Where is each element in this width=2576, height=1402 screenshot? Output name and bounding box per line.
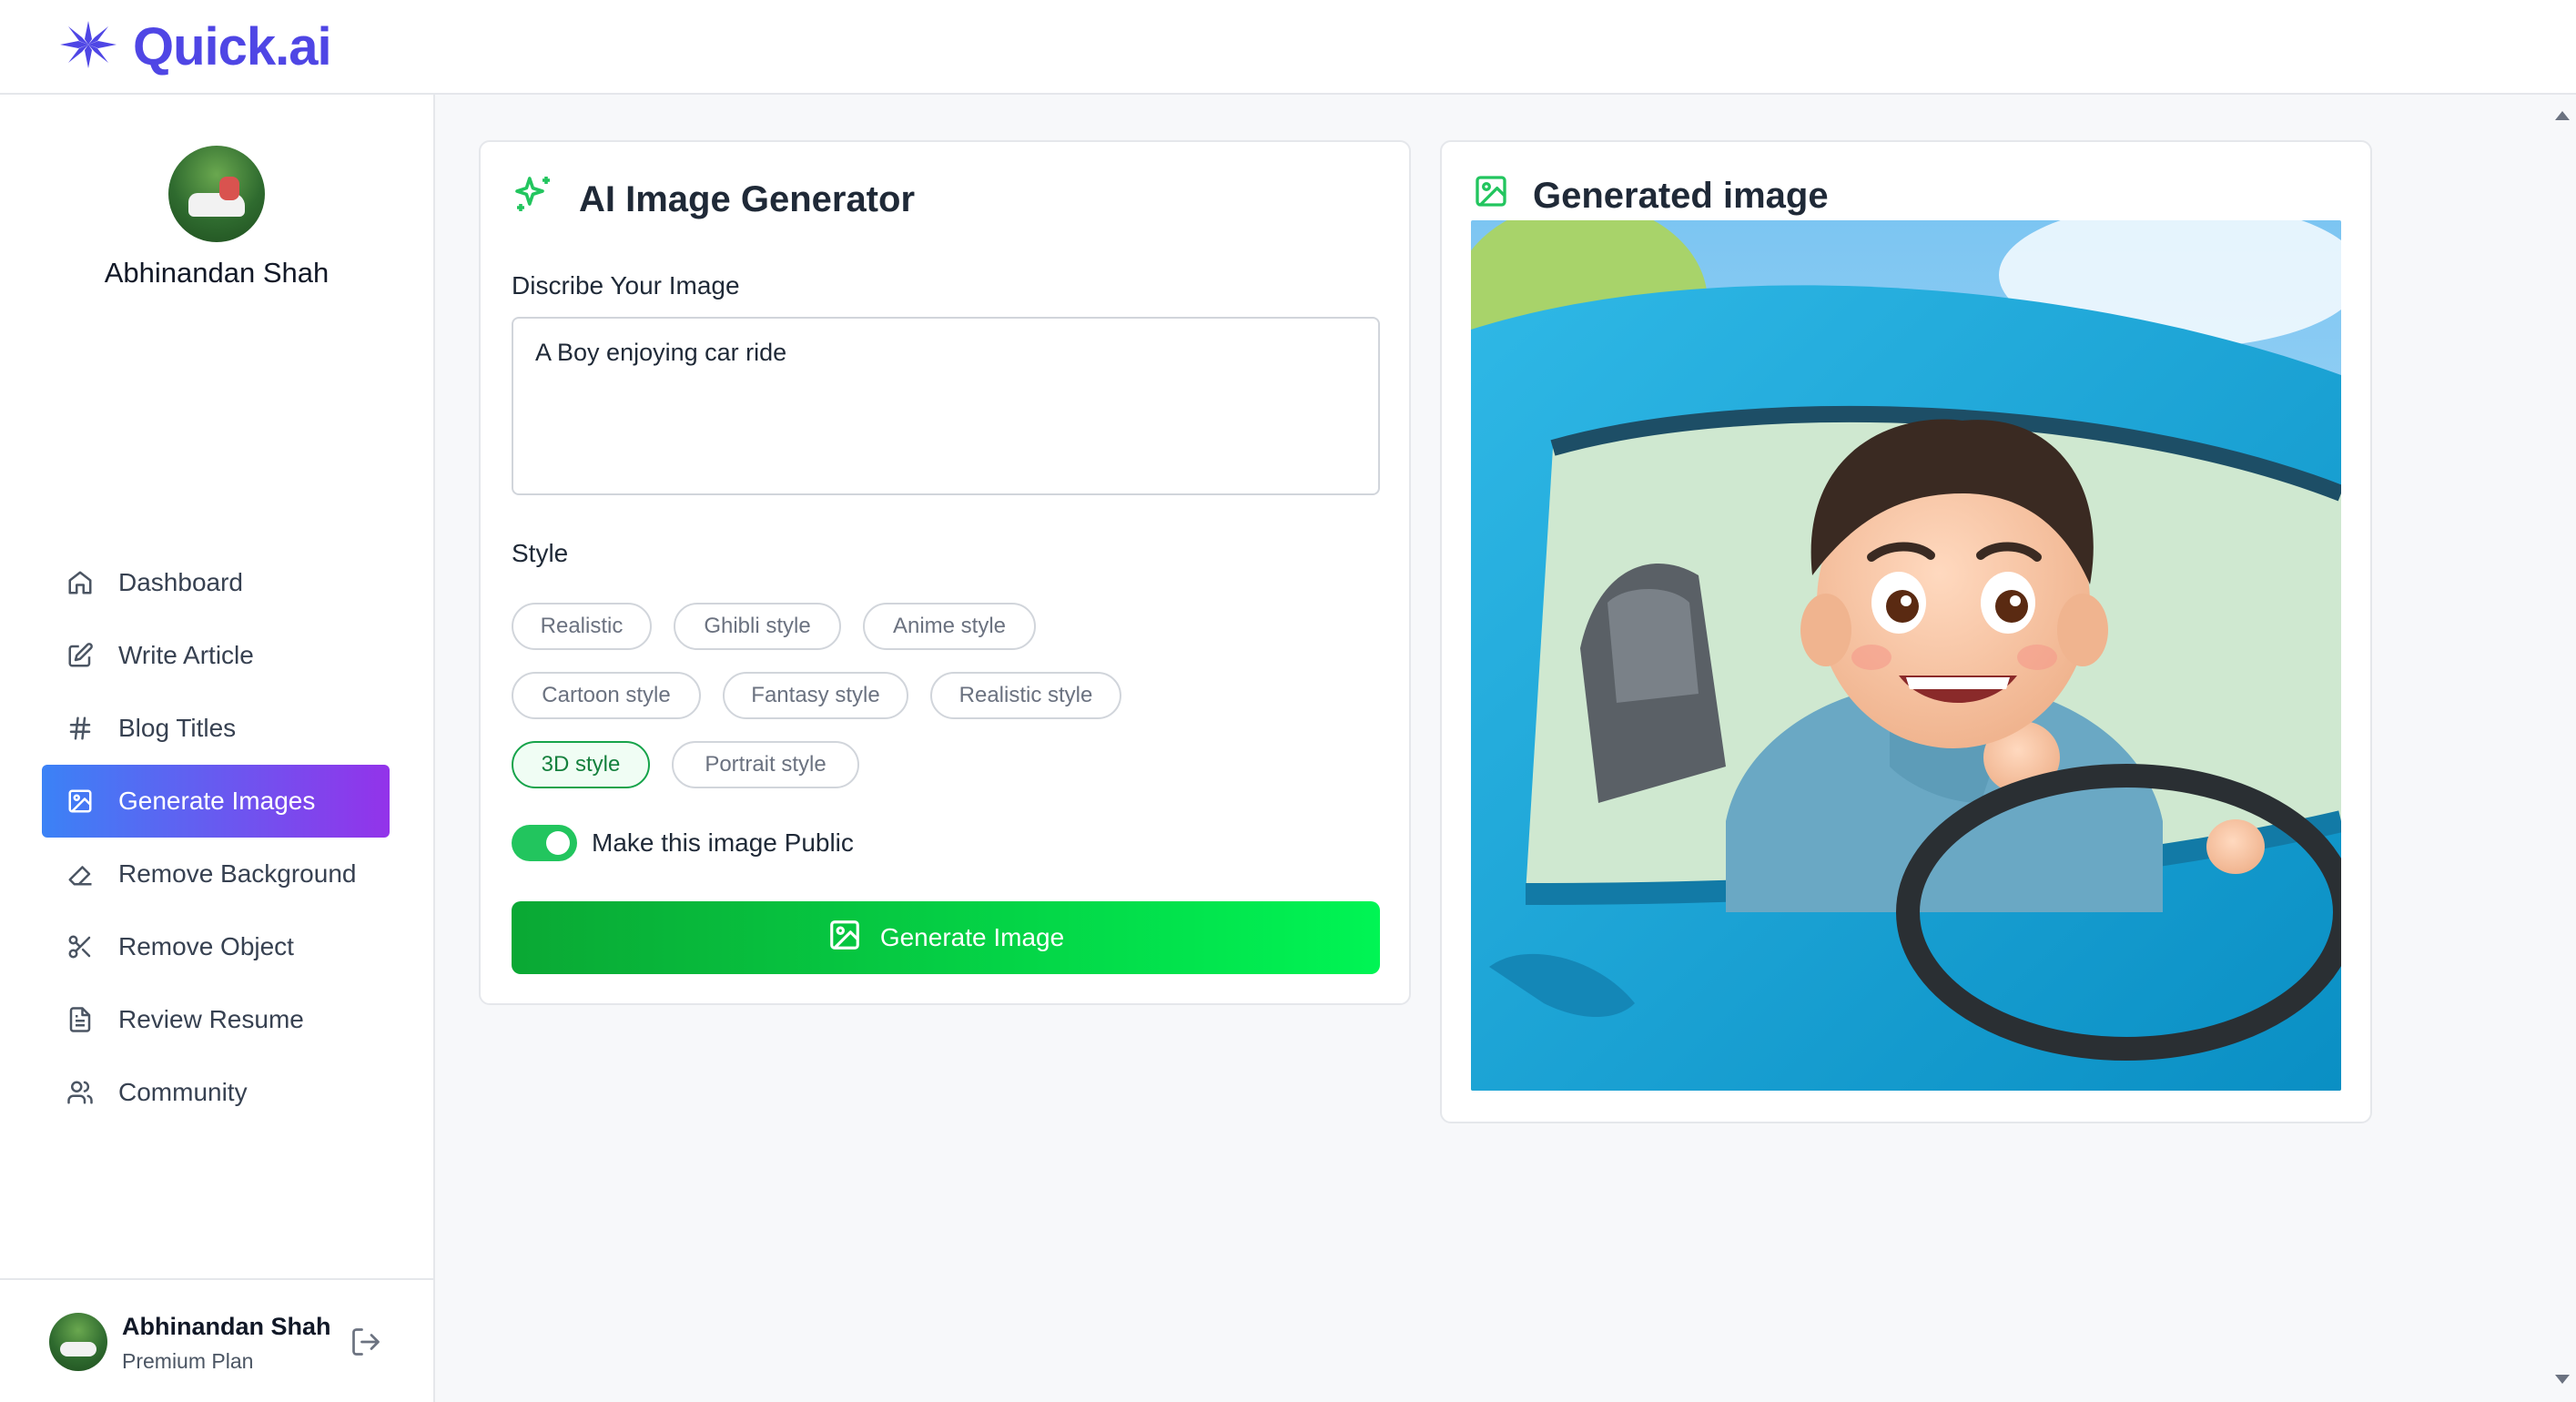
sparkle-logo-icon bbox=[55, 17, 122, 76]
scissors-icon bbox=[66, 932, 95, 961]
style-chip-cartoon[interactable]: Cartoon style bbox=[512, 672, 701, 719]
sidebar-footer: Abhinandan Shah Premium Plan bbox=[0, 1278, 433, 1402]
avatar[interactable] bbox=[49, 1313, 107, 1371]
sidebar-item-remove-background[interactable]: Remove Background bbox=[42, 838, 390, 910]
sidebar-item-label: Review Resume bbox=[118, 1005, 304, 1033]
result-title: Generated image bbox=[1473, 173, 1829, 218]
eraser-icon bbox=[66, 859, 95, 889]
scroll-down-arrow-icon[interactable] bbox=[2554, 1373, 2571, 1389]
sidebar-item-label: Write Article bbox=[118, 641, 254, 669]
scroll-up-arrow-icon[interactable] bbox=[2554, 109, 2571, 126]
style-chip-3d[interactable]: 3D style bbox=[512, 741, 650, 788]
home-icon bbox=[66, 568, 95, 597]
sidebar-item-dashboard[interactable]: Dashboard bbox=[42, 546, 390, 619]
hash-icon bbox=[66, 714, 95, 743]
sidebar-item-label: Blog Titles bbox=[118, 714, 237, 742]
generated-image-card: Generated image bbox=[1440, 140, 2372, 1123]
sidebar-item-label: Remove Background bbox=[118, 859, 357, 888]
footer-user-name: Abhinandan Shah bbox=[122, 1313, 331, 1340]
logout-icon[interactable] bbox=[350, 1326, 382, 1358]
sidebar-item-remove-object[interactable]: Remove Object bbox=[42, 910, 390, 983]
sidebar-item-write-article[interactable]: Write Article bbox=[42, 619, 390, 692]
generate-button-label: Generate Image bbox=[879, 923, 1065, 951]
generated-image[interactable] bbox=[1471, 220, 2341, 1091]
sidebar-item-label: Generate Images bbox=[118, 787, 316, 815]
style-chip-portrait[interactable]: Portrait style bbox=[672, 741, 859, 788]
file-text-icon bbox=[66, 1005, 95, 1034]
avatar[interactable] bbox=[168, 146, 265, 242]
public-toggle-label: Make this image Public bbox=[592, 828, 854, 857]
users-icon bbox=[66, 1078, 95, 1107]
footer-plan: Premium Plan bbox=[122, 1349, 254, 1373]
page-scrollbar[interactable] bbox=[2549, 97, 2576, 1402]
style-label: Style bbox=[512, 539, 569, 567]
generator-title: AI Image Generator bbox=[512, 173, 915, 226]
style-chip-anime[interactable]: Anime style bbox=[863, 603, 1036, 650]
sparkles-icon bbox=[512, 173, 555, 226]
image-icon bbox=[1473, 173, 1509, 218]
logo-text: Quick.ai bbox=[133, 16, 332, 76]
sidebar-item-label: Dashboard bbox=[118, 568, 243, 596]
image-icon bbox=[827, 918, 862, 959]
sidebar-item-generate-images[interactable]: Generate Images bbox=[42, 765, 390, 838]
sidebar-profile: Abhinandan Shah bbox=[0, 146, 433, 290]
style-chip-ghibli[interactable]: Ghibli style bbox=[674, 603, 841, 650]
edit-icon bbox=[66, 641, 95, 670]
generate-image-button[interactable]: Generate Image bbox=[512, 901, 1380, 974]
sidebar-item-community[interactable]: Community bbox=[42, 1056, 390, 1129]
description-label: Discribe Your Image bbox=[512, 271, 740, 300]
public-toggle[interactable] bbox=[512, 825, 577, 861]
image-icon bbox=[66, 787, 95, 816]
sidebar-item-label: Community bbox=[118, 1078, 248, 1106]
top-bar: Quick.ai bbox=[0, 0, 2576, 95]
style-chip-realistic-style[interactable]: Realistic style bbox=[930, 672, 1121, 719]
sidebar: Abhinandan Shah Dashboard Write Article … bbox=[0, 95, 435, 1402]
description-textarea[interactable] bbox=[512, 317, 1380, 495]
style-chip-fantasy[interactable]: Fantasy style bbox=[723, 672, 908, 719]
sidebar-item-review-resume[interactable]: Review Resume bbox=[42, 983, 390, 1056]
logo[interactable]: Quick.ai bbox=[55, 16, 332, 77]
sidebar-item-label: Remove Object bbox=[118, 932, 294, 960]
sidebar-item-blog-titles[interactable]: Blog Titles bbox=[42, 692, 390, 765]
profile-name: Abhinandan Shah bbox=[104, 257, 330, 289]
style-chip-realistic[interactable]: Realistic bbox=[512, 603, 652, 650]
image-generator-card: AI Image Generator Discribe Your Image S… bbox=[479, 140, 1411, 1005]
